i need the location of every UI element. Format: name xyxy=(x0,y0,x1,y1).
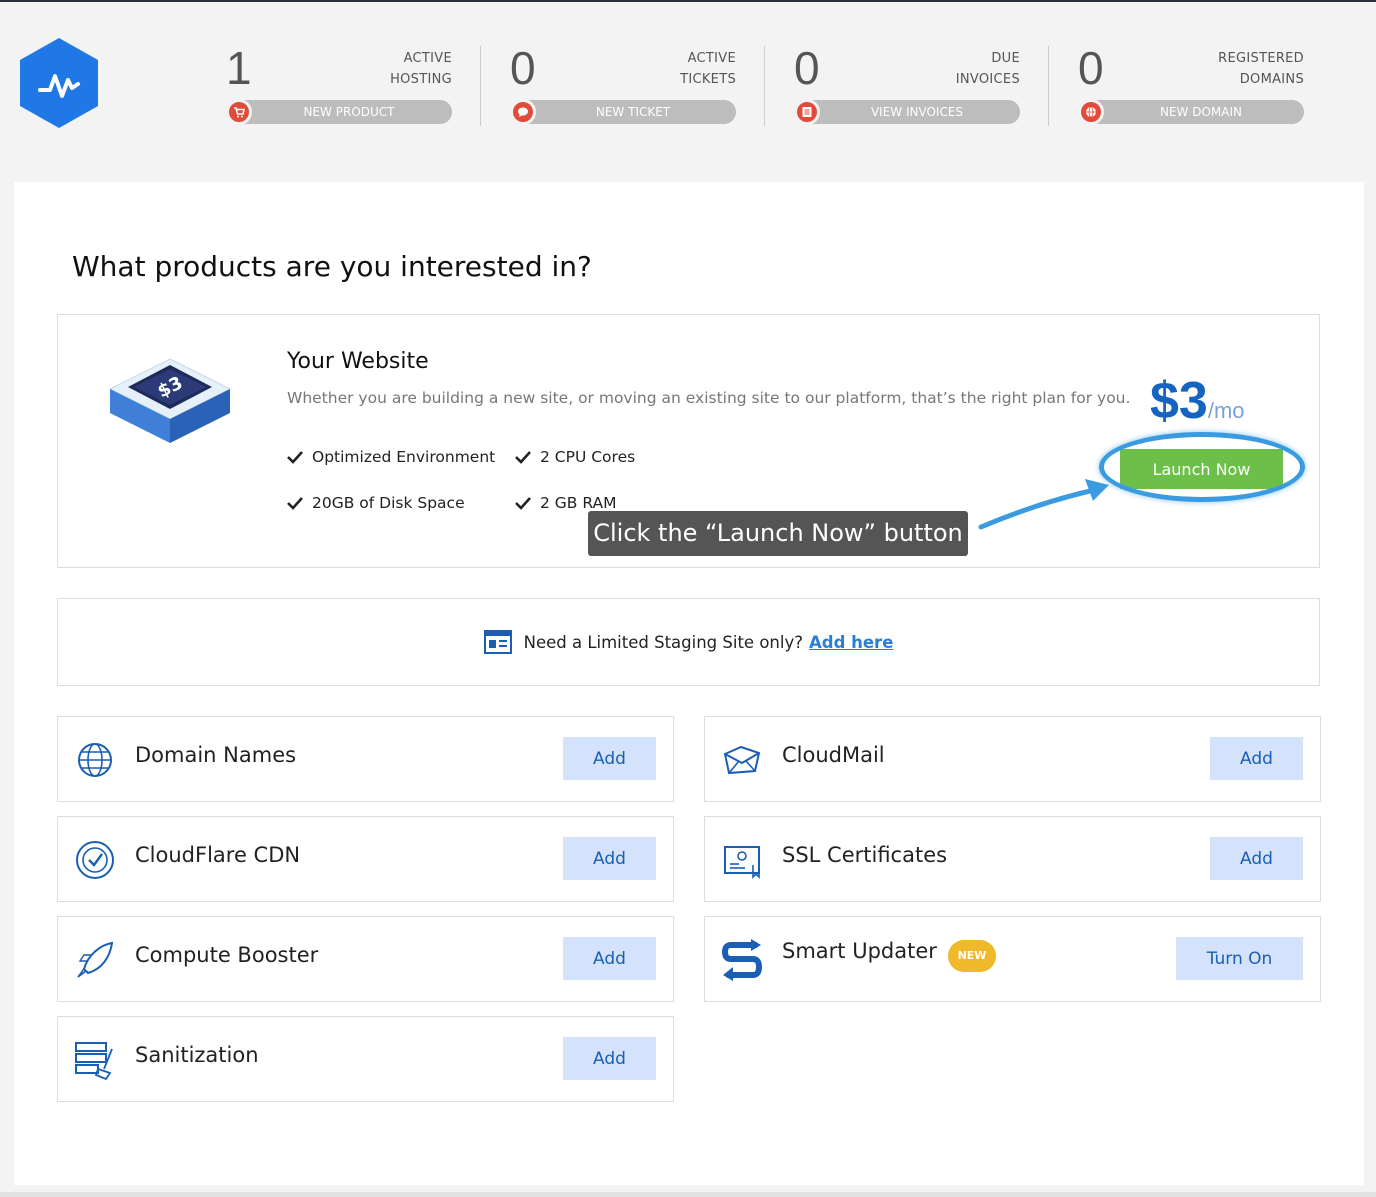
stat-label: REGISTERED DOMAINS xyxy=(1218,51,1304,87)
price-amount: $3 xyxy=(1150,372,1208,430)
add-domain-names-button[interactable]: Add xyxy=(563,737,656,780)
add-compute-booster-button[interactable]: Add xyxy=(563,937,656,980)
check-icon xyxy=(515,451,531,464)
plan-title: Your Website xyxy=(287,349,429,374)
product-name: SSL Certificates xyxy=(782,843,948,867)
turn-on-smart-updater-button[interactable]: Turn On xyxy=(1176,937,1303,980)
stat-value: 1 xyxy=(226,42,252,94)
add-cloudmail-button[interactable]: Add xyxy=(1210,737,1303,780)
new-product-button[interactable]: NEW PRODUCT xyxy=(226,99,452,125)
product-domain-names: Domain Names Add xyxy=(57,716,674,802)
staging-site-banner: Need a Limited Staging Site only? Add he… xyxy=(57,598,1320,686)
globe-icon xyxy=(78,743,112,777)
stat-value: 0 xyxy=(794,42,820,94)
product-name: Compute Booster xyxy=(135,943,319,967)
logo-icon[interactable] xyxy=(18,36,100,130)
list-icon xyxy=(794,99,820,125)
add-here-link[interactable]: Add here xyxy=(809,633,893,652)
stat-active-hosting: 1 ACTIVE HOSTING NEW PRODUCT xyxy=(226,38,452,128)
check-icon xyxy=(287,497,303,510)
highlight-ring xyxy=(1099,432,1305,502)
divider xyxy=(1048,46,1049,126)
product-name: Sanitization xyxy=(135,1043,259,1067)
certificate-icon xyxy=(724,846,760,879)
feature-item: 2 GB RAM xyxy=(515,494,616,512)
new-ticket-button[interactable]: NEW TICKET xyxy=(510,99,736,125)
check-circle-icon xyxy=(76,841,114,879)
bottom-divider xyxy=(0,1192,1376,1197)
new-domain-button[interactable]: NEW DOMAIN xyxy=(1078,99,1304,125)
product-smart-updater: Smart Updater NEW Turn On xyxy=(704,916,1321,1002)
cart-icon xyxy=(226,99,252,125)
add-cloudflare-cdn-button[interactable]: Add xyxy=(563,837,656,880)
check-icon xyxy=(515,497,531,510)
feature-item: Optimized Environment xyxy=(287,448,495,466)
stat-due-invoices: 0 DUE INVOICES VIEW INVOICES xyxy=(794,38,1020,128)
rocket-icon xyxy=(77,941,114,978)
staging-text: Need a Limited Staging Site only? xyxy=(523,632,803,652)
server-broom-icon xyxy=(75,1042,113,1081)
divider xyxy=(480,46,481,126)
feature-item: 2 CPU Cores xyxy=(515,448,635,466)
stat-label: ACTIVE TICKETS xyxy=(680,51,736,87)
stat-label: DUE INVOICES xyxy=(955,51,1020,87)
instruction-tooltip: Click the “Launch Now” button xyxy=(588,511,968,556)
updater-icon xyxy=(721,939,763,981)
globe-icon xyxy=(1078,99,1104,125)
add-ssl-certificates-button[interactable]: Add xyxy=(1210,837,1303,880)
plan-description: Whether you are building a new site, or … xyxy=(287,389,1131,407)
check-icon xyxy=(287,451,303,464)
stat-value: 0 xyxy=(510,42,536,94)
products-panel: What products are you interested in? $3 … xyxy=(14,182,1364,1185)
product-cloudflare-cdn: CloudFlare CDN Add xyxy=(57,816,674,902)
product-name: Domain Names xyxy=(135,743,297,767)
page-title: What products are you interested in? xyxy=(72,250,592,283)
product-compute-booster: Compute Booster Add xyxy=(57,916,674,1002)
stat-label: ACTIVE HOSTING xyxy=(390,51,452,87)
divider xyxy=(764,46,765,126)
staging-window-icon xyxy=(483,630,512,654)
server-chip-icon: $3 xyxy=(108,358,232,443)
price-unit: /mo xyxy=(1207,398,1245,423)
product-sanitization: Sanitization Add xyxy=(57,1016,674,1102)
product-name: CloudFlare CDN xyxy=(135,843,301,867)
website-plan-card: $3 Your Website Whether you are building… xyxy=(57,314,1320,568)
arrow-icon xyxy=(978,479,1109,530)
chat-icon xyxy=(510,99,536,125)
view-invoices-button[interactable]: VIEW INVOICES xyxy=(794,99,1020,125)
product-name: Smart Updater xyxy=(782,939,937,963)
add-sanitization-button[interactable]: Add xyxy=(563,1037,656,1080)
stat-registered-domains: 0 REGISTERED DOMAINS NEW DOMAIN xyxy=(1078,38,1304,128)
product-name: CloudMail xyxy=(782,743,885,767)
plan-price: $3/mo xyxy=(1150,371,1245,431)
mail-icon xyxy=(723,745,761,775)
product-cloudmail: CloudMail Add xyxy=(704,716,1321,802)
feature-item: 20GB of Disk Space xyxy=(287,494,465,512)
new-badge: NEW xyxy=(948,940,996,972)
stat-value: 0 xyxy=(1078,42,1104,94)
stat-active-tickets: 0 ACTIVE TICKETS NEW TICKET xyxy=(510,38,736,128)
product-ssl-certificates: SSL Certificates Add xyxy=(704,816,1321,902)
